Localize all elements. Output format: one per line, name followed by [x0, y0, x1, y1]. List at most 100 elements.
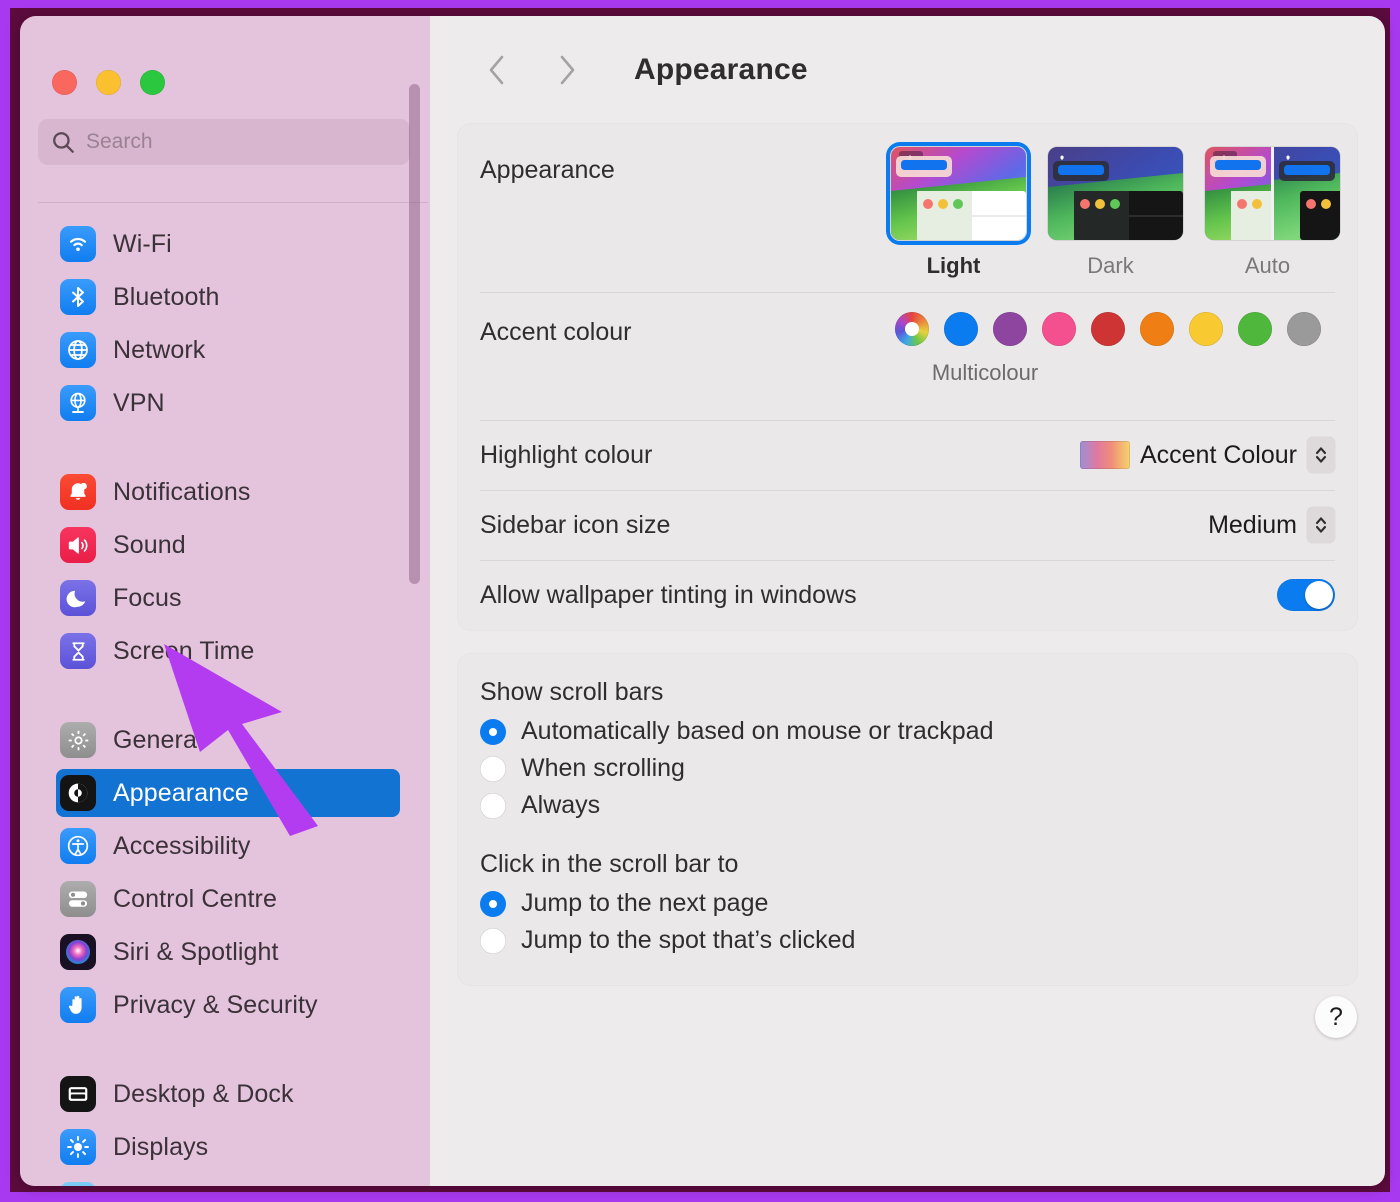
wallpaper-tinting-toggle[interactable]: [1277, 579, 1335, 611]
sidebar-item-desktop-dock[interactable]: Desktop & Dock: [56, 1070, 400, 1118]
back-button[interactable]: [478, 50, 518, 90]
sidebar-icon-size-row: Sidebar icon size Medium: [480, 490, 1335, 560]
sidebar-group-separator: [20, 680, 430, 708]
wallpaper-icon: [60, 1182, 96, 1186]
brightness-icon: [60, 1129, 96, 1165]
sidebar-group-system: Notifications Sound Focus Screen Time: [20, 460, 430, 675]
sidebar-item-network[interactable]: Network: [56, 326, 400, 374]
search-field[interactable]: [38, 119, 410, 165]
radio-button[interactable]: [480, 792, 506, 819]
sidebar-group-separator: [20, 1034, 430, 1062]
highlight-colour-value: Accent Colour: [1139, 440, 1297, 469]
accent-swatch-graphite[interactable]: [1287, 312, 1321, 346]
show-scroll-bars-title: Show scroll bars: [480, 678, 664, 706]
appearance-label: Appearance: [480, 156, 615, 184]
accent-swatch-yellow[interactable]: [1189, 312, 1223, 346]
accent-swatch-orange[interactable]: [1140, 312, 1174, 346]
radio-click-jump-next-page[interactable]: Jump to the next page: [480, 885, 1335, 922]
theme-options: Light Dark Auto: [886, 142, 1340, 279]
accent-swatch-purple[interactable]: [993, 312, 1027, 346]
siri-icon: [60, 934, 96, 970]
sidebar-item-privacy-security[interactable]: Privacy & Security: [56, 981, 400, 1029]
sidebar-item-control-centre[interactable]: Control Centre: [56, 875, 400, 923]
sidebar-item-label: Wi-Fi: [113, 229, 172, 258]
sidebar-item-general[interactable]: General: [56, 716, 400, 764]
search-input[interactable]: [86, 130, 398, 154]
theme-name-auto: Auto: [1244, 253, 1291, 278]
theme-option-auto[interactable]: Auto: [1200, 142, 1340, 279]
sidebar-icon-size-popup[interactable]: Medium: [1208, 507, 1335, 543]
radio-label: Automatically based on mouse or trackpad: [521, 717, 994, 745]
vpn-icon: [60, 385, 96, 421]
chevron-updown-icon[interactable]: [1307, 437, 1335, 473]
accent-swatch-multicolour[interactable]: [895, 312, 929, 346]
radio-show-scrollbars-when-scrolling[interactable]: When scrolling: [480, 750, 1335, 787]
sidebar-item-bluetooth[interactable]: Bluetooth: [56, 273, 400, 321]
radio-show-scrollbars-automatic[interactable]: Automatically based on mouse or trackpad: [480, 713, 1335, 750]
sidebar-item-accessibility[interactable]: Accessibility: [56, 822, 400, 870]
moon-icon: [60, 580, 96, 616]
scroll-bars-card: Show scroll bars Automatically based on …: [458, 654, 1357, 985]
gear-icon: [60, 722, 96, 758]
sidebar-item-wi-fi[interactable]: Wi-Fi: [56, 220, 400, 268]
accent-swatch-blue[interactable]: [944, 312, 978, 346]
theme-name-light: Light: [926, 253, 981, 278]
desktop-dock-icon: [60, 1076, 96, 1112]
sidebar-item-siri-spotlight[interactable]: Siri & Spotlight: [56, 928, 400, 976]
accent-colour-control: Multicolour: [895, 312, 1335, 386]
theme-option-dark[interactable]: Dark: [1043, 142, 1183, 279]
accent-swatch-green[interactable]: [1238, 312, 1272, 346]
appearance-row: Appearance Light Dark Auto: [480, 124, 1340, 292]
wifi-icon: [60, 226, 96, 262]
theme-thumbnail-light: [891, 147, 1026, 240]
highlight-colour-row: Highlight colour Accent Colour: [480, 420, 1335, 490]
page-title: Appearance: [634, 53, 808, 86]
sidebar-scrollbar[interactable]: [409, 76, 420, 1066]
radio-button[interactable]: [480, 927, 506, 954]
theme-thumbnail-auto: [1205, 147, 1340, 240]
sidebar-item-label: Control Centre: [113, 884, 277, 913]
sidebar-nav: Wi-Fi Bluetooth Network VPN Notification…: [20, 212, 430, 1186]
close-button[interactable]: [52, 70, 77, 95]
radio-label: When scrolling: [521, 754, 685, 782]
help-button[interactable]: ?: [1315, 996, 1357, 1038]
sidebar-item-notifications[interactable]: Notifications: [56, 468, 400, 516]
radio-button[interactable]: [480, 890, 506, 917]
sidebar-item-label: Sound: [113, 530, 186, 559]
accent-colour-label: Accent colour: [480, 318, 632, 346]
sidebar-scrollbar-thumb[interactable]: [409, 84, 420, 584]
sidebar-item-sound[interactable]: Sound: [56, 521, 400, 569]
sidebar-item-vpn[interactable]: VPN: [56, 379, 400, 427]
radio-button[interactable]: [480, 755, 506, 782]
sidebar-item-label: Bluetooth: [113, 282, 220, 311]
sidebar-item-label: Screen Time: [113, 636, 255, 665]
radio-show-scrollbars-always[interactable]: Always: [480, 787, 1335, 824]
accent-swatch-pink[interactable]: [1042, 312, 1076, 346]
sidebar-item-focus[interactable]: Focus: [56, 574, 400, 622]
accent-swatch-red[interactable]: [1091, 312, 1125, 346]
zoom-button[interactable]: [140, 70, 165, 95]
highlight-gradient-swatch: [1079, 441, 1130, 469]
minimize-button[interactable]: [96, 70, 121, 95]
sidebar-item-label: Displays: [113, 1132, 209, 1161]
hand-icon: [60, 987, 96, 1023]
bell-icon: [60, 474, 96, 510]
sidebar-item-screen-time[interactable]: Screen Time: [56, 627, 400, 675]
forward-button[interactable]: [546, 50, 586, 90]
speaker-icon: [60, 527, 96, 563]
highlight-colour-popup[interactable]: Accent Colour: [1079, 437, 1335, 473]
theme-thumbnail-dark: [1048, 147, 1183, 240]
radio-label: Always: [521, 791, 601, 819]
sidebar-icon-size-label: Sidebar icon size: [480, 510, 671, 539]
accent-colour-row: Accent colour Multicolour: [480, 292, 1335, 420]
sidebar-item-displays[interactable]: Displays: [56, 1123, 400, 1171]
radio-button[interactable]: [480, 718, 506, 745]
theme-option-light[interactable]: Light: [886, 142, 1026, 279]
hourglass-icon: [60, 633, 96, 669]
window-controls: [52, 70, 165, 95]
sidebar-item-wallpaper[interactable]: Wallpaper: [56, 1176, 400, 1186]
radio-click-jump-to-spot[interactable]: Jump to the spot that’s clicked: [480, 922, 1335, 959]
sidebar-item-appearance[interactable]: Appearance: [56, 769, 400, 817]
chevron-updown-icon[interactable]: [1307, 507, 1335, 543]
appearance-settings-card: Appearance Light Dark Auto Accent colour…: [458, 124, 1357, 630]
